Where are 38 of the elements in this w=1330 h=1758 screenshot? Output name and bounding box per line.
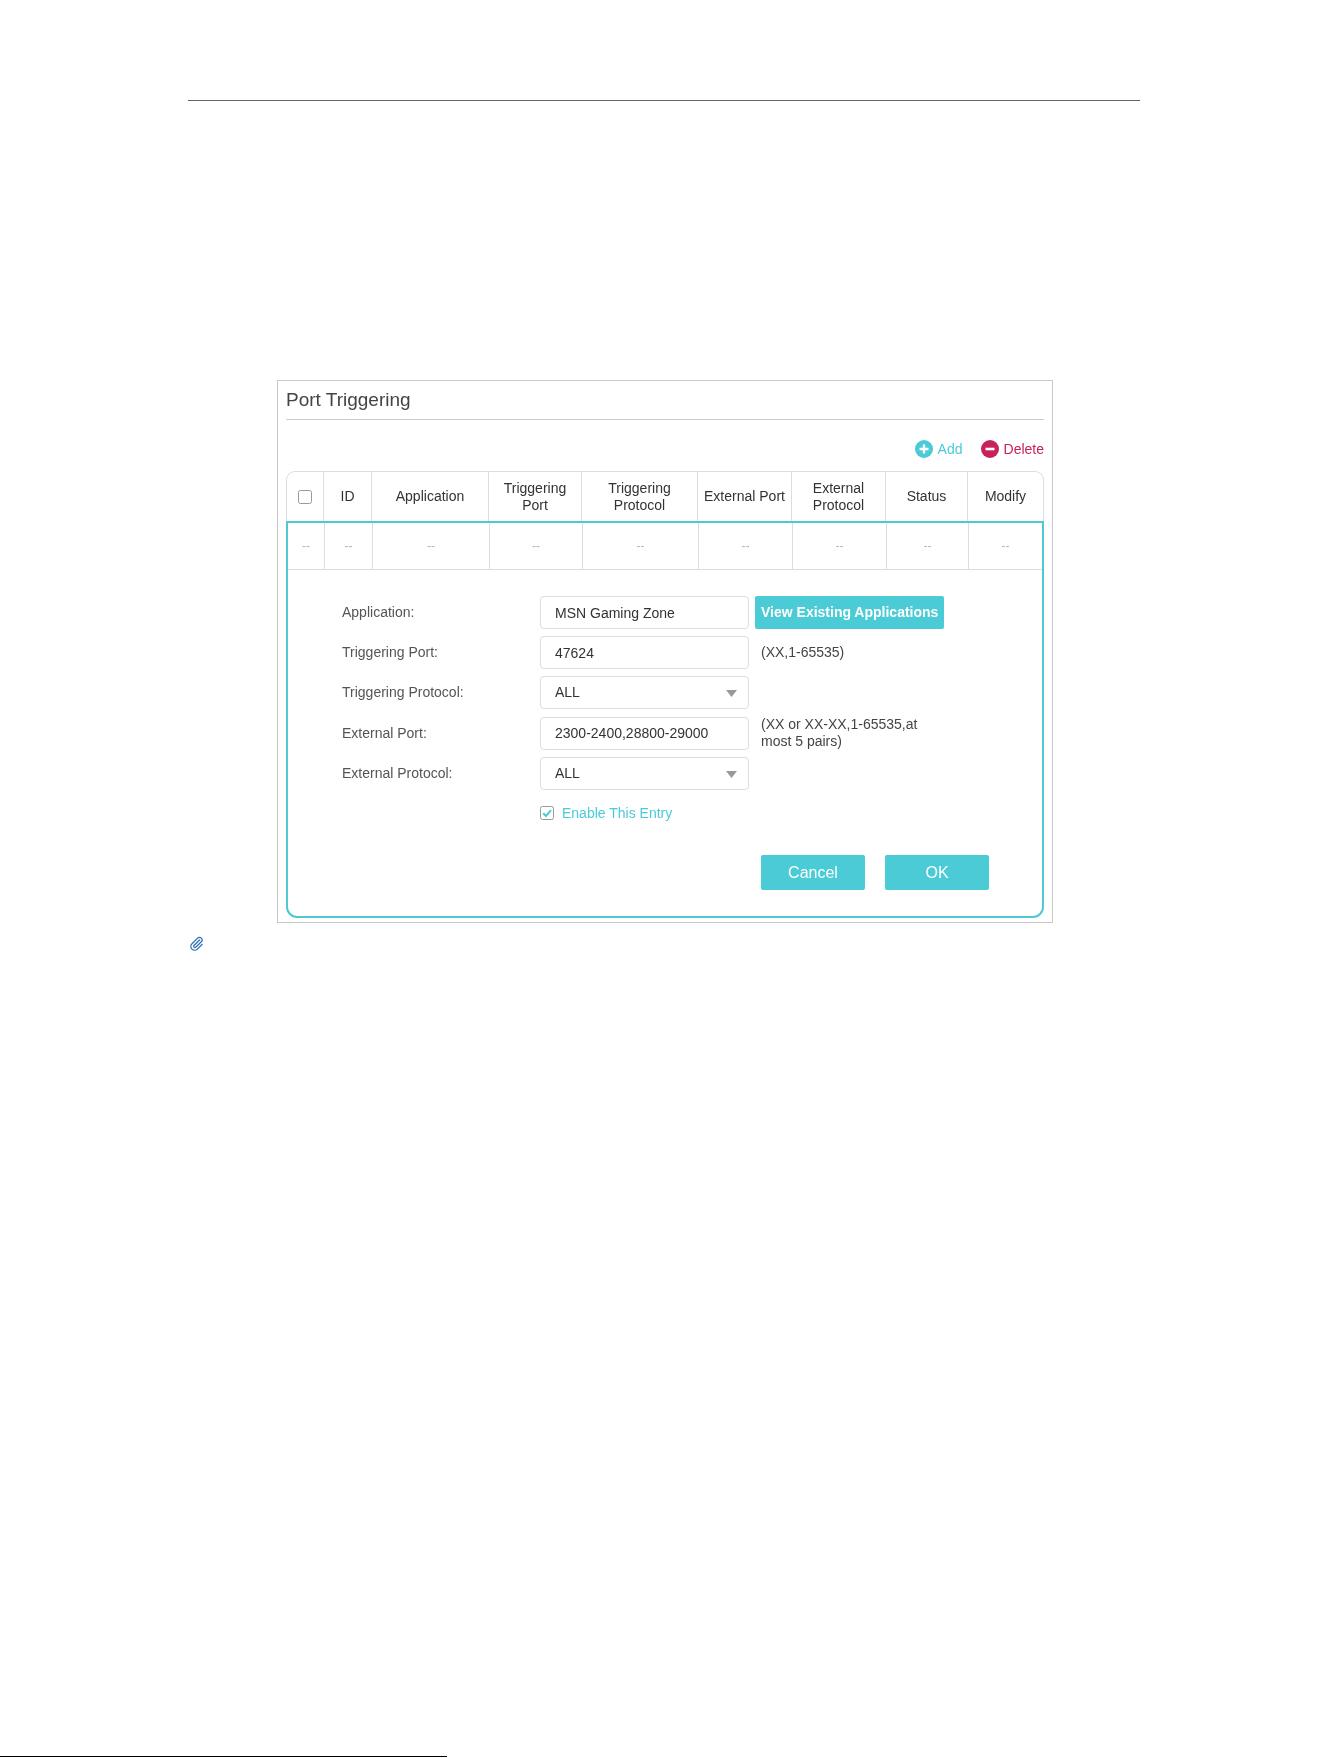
dropdown[interactable]: ALL [540,676,749,709]
text-field[interactable]: 47624 [540,636,749,669]
enable-checkbox[interactable] [540,806,554,820]
dropdown[interactable]: ALL [540,757,749,790]
table-cell-text: -- [741,538,750,555]
caret-icon [726,690,737,697]
table-cell-text: -- [636,538,645,555]
field-label: Triggering Port: [342,643,439,662]
field-label: Application: [342,603,416,622]
column-header: Application [395,488,465,505]
caret-icon [726,771,737,778]
select-all-checkbox[interactable] [298,489,312,504]
plus-icon [914,440,933,458]
table-cell-text: -- [532,538,540,555]
text-field[interactable]: MSN Gaming Zone [540,596,749,629]
minus-icon [980,440,999,458]
column-header: Status [906,488,947,505]
paperclip-icon [189,936,204,951]
panel-title: Port Triggering [286,388,411,412]
table-cell-text: -- [344,538,353,555]
table-cell-text: -- [302,538,310,555]
delete-button[interactable]: Delete [980,438,1044,460]
column-header: External Port [704,488,785,505]
field-hint: (XX or XX-XX,1-65535,at most 5 pairs) [761,716,919,750]
column-header: Modify [984,488,1027,505]
field-label: Triggering Protocol: [342,683,465,702]
table-cell-text: -- [923,538,932,555]
table-cell-text: -- [835,538,844,555]
field-label: External Port: [342,723,428,743]
text-field[interactable]: 2300-2400,28800-29000 [540,716,749,750]
column-header: ID [340,488,355,505]
column-header: Triggering Port [502,479,568,514]
field-hint: (XX,1-65535) [761,644,845,661]
column-header: External Protocol [811,479,866,514]
table-cell-text: -- [1001,538,1010,555]
field-label: External Protocol: [342,764,454,783]
table-cell-text: -- [427,538,435,555]
column-header: Triggering Protocol [607,479,672,514]
